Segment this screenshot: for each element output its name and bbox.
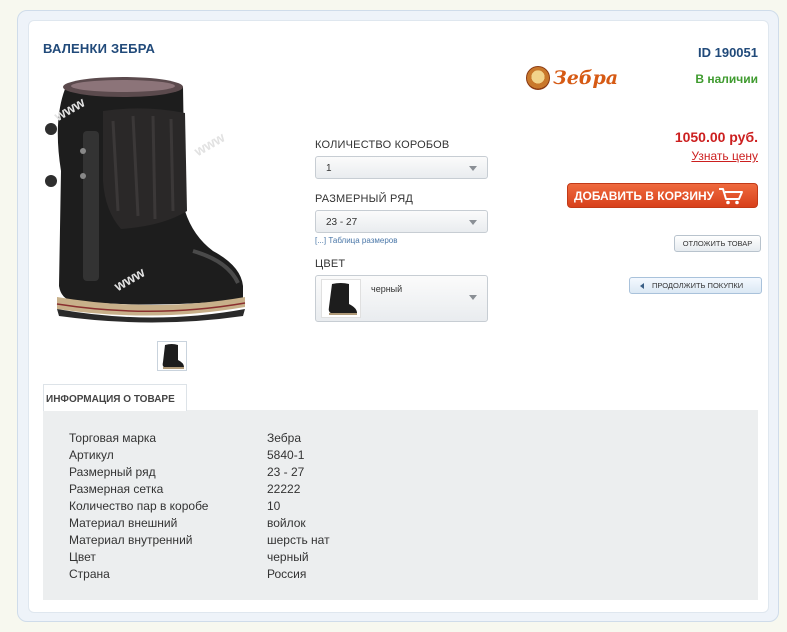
spec-value: шерсть нат (267, 533, 330, 547)
spec-key: Страна (69, 567, 110, 581)
spec-value: 23 - 27 (267, 465, 305, 479)
spec-key: Цвет (69, 550, 96, 564)
product-title: ВАЛЕНКИ ЗЕБРА (43, 41, 156, 56)
tab-product-info[interactable]: ИНФОРМАЦИЯ О ТОВАРЕ (43, 384, 187, 411)
product-price: 1050.00 руб. (674, 129, 758, 145)
product-id: ID 190051 (698, 45, 758, 60)
spec-value: Зебра (267, 431, 302, 445)
boot-swatch-icon (328, 283, 357, 315)
boxes-select[interactable]: 1 (315, 156, 488, 179)
chevron-down-icon (469, 220, 477, 225)
product-info-panel: Торговая марка Зебра Артикул 5840-1 Размерны… (43, 410, 758, 600)
color-select-value: черный (371, 284, 403, 294)
add-to-cart-button[interactable]: ДОБАВИТЬ В КОРЗИНУ (567, 183, 758, 208)
size-table-link[interactable]: [...] Таблица размеров (315, 236, 398, 245)
spec-value: Россия (267, 567, 307, 581)
spec-value: 22222 (267, 482, 301, 496)
size-range-select[interactable]: 23 - 27 (315, 210, 488, 233)
spec-key: Количество пар в коробе (69, 499, 209, 513)
boot-thumbnail-icon (162, 344, 184, 369)
brand-emblem-icon (526, 66, 550, 90)
defer-item-button[interactable]: ОТЛОЖИТЬ ТОВАР (674, 235, 761, 252)
stock-status: В наличии (695, 72, 758, 86)
arrow-left-icon (640, 282, 644, 289)
brand-logo-text: Зебра (553, 67, 619, 89)
color-swatch-image (321, 279, 361, 318)
spec-key: Артикул (69, 448, 114, 462)
spec-key: Размерный ряд (69, 465, 156, 479)
cart-icon (719, 187, 744, 204)
spec-key: Размерная сетка (69, 482, 164, 496)
continue-shopping-button[interactable]: ПРОДОЛЖИТЬ ПОКУПКИ (629, 277, 762, 294)
spec-value: 10 (267, 499, 281, 513)
chevron-down-icon (469, 295, 477, 300)
spec-value: войлок (267, 516, 306, 530)
boxes-select-value: 1 (326, 163, 332, 174)
brand-logo[interactable]: Зебра (526, 66, 618, 90)
spec-key: Торговая марка (69, 431, 157, 445)
defer-item-label: ОТЛОЖИТЬ ТОВАР (682, 239, 753, 248)
size-range-label: РАЗМЕРНЫЙ РЯД (315, 193, 414, 205)
add-to-cart-label: ДОБАВИТЬ В КОРЗИНУ (574, 188, 715, 203)
ask-price-link[interactable]: Узнать цену (691, 149, 758, 163)
spec-key: Материал внутренний (69, 533, 193, 547)
spec-key: Материал внешний (69, 516, 178, 530)
continue-shopping-label: ПРОДОЛЖИТЬ ПОКУПКИ (652, 281, 744, 290)
spec-value: 5840-1 (267, 448, 305, 462)
chevron-down-icon (469, 166, 477, 171)
product-main-image[interactable]: www www www (43, 61, 248, 326)
color-label: ЦВЕТ (315, 258, 346, 270)
color-select[interactable]: черный (315, 275, 488, 322)
product-thumbnail[interactable] (157, 341, 187, 371)
spec-value: черный (267, 550, 309, 564)
size-range-select-value: 23 - 27 (326, 217, 358, 228)
boxes-label: КОЛИЧЕСТВО КОРОБОВ (315, 139, 450, 151)
